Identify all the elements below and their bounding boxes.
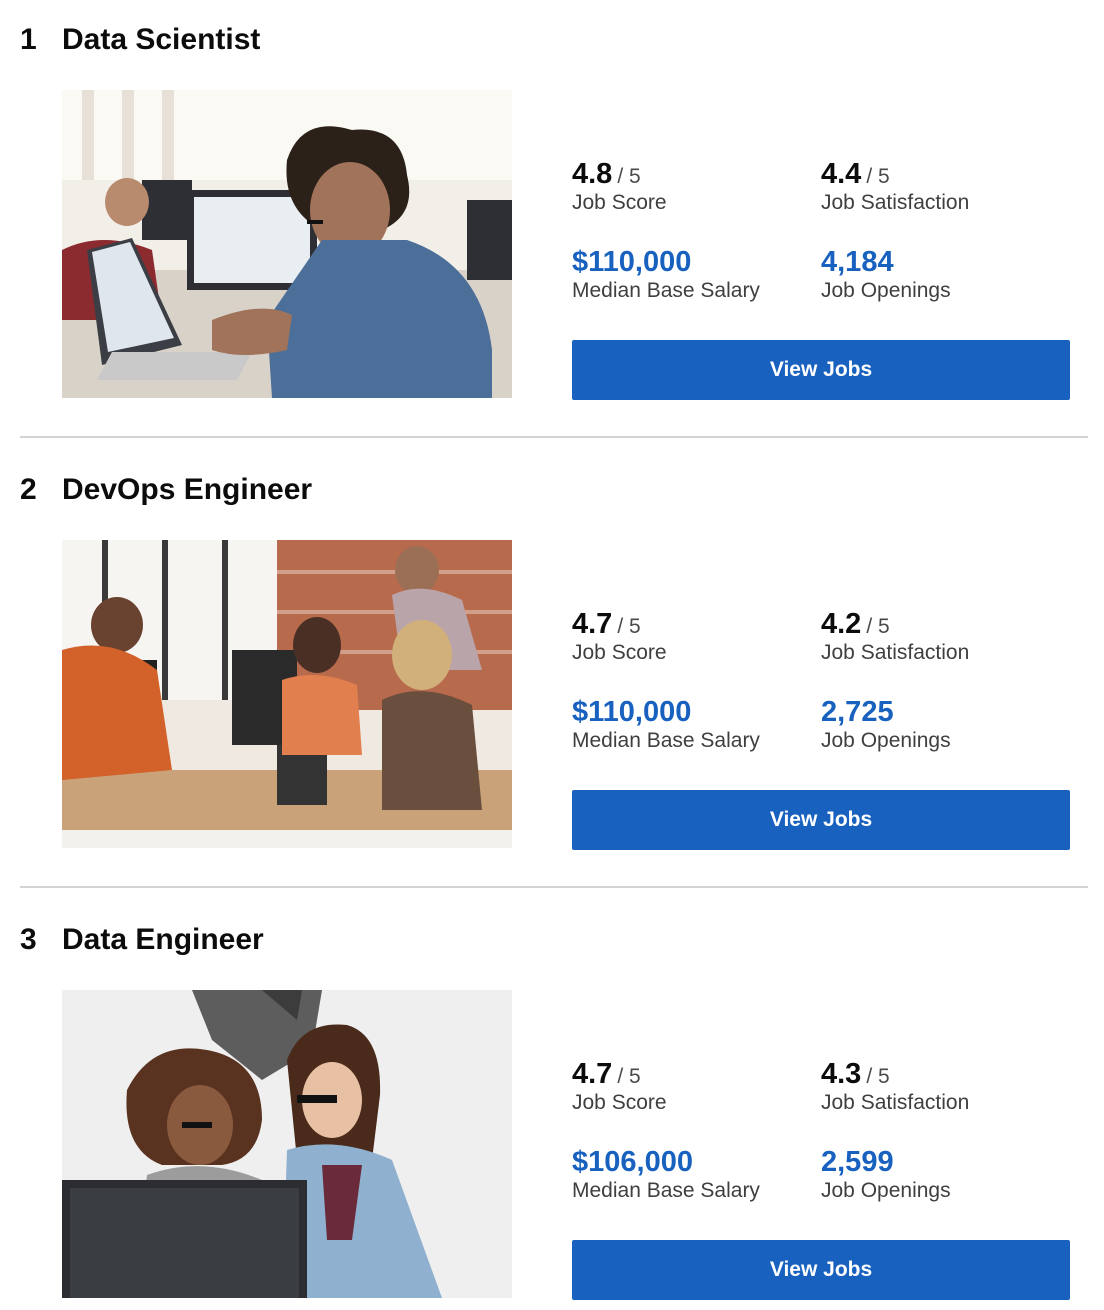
- median-salary-stat: $110,000 Median Base Salary: [572, 696, 812, 754]
- job-satisfaction-label: Job Satisfaction: [821, 641, 970, 664]
- job-card: 1 Data Scientist 4.8 / 5 Job Score 4.4 /…: [0, 0, 1104, 450]
- job-satisfaction-out-of: / 5: [866, 1065, 890, 1088]
- job-openings-value: 4,184: [821, 246, 894, 278]
- job-openings-label: Job Openings: [821, 279, 951, 302]
- job-openings-stat: 2,599 Job Openings: [821, 1146, 1061, 1204]
- job-openings-value: 2,725: [821, 696, 894, 728]
- job-rank: 3: [20, 923, 37, 956]
- job-score-stat: 4.7 / 5 Job Score: [572, 608, 812, 666]
- median-salary-value: $110,000: [572, 696, 692, 728]
- job-score-stat: 4.7 / 5 Job Score: [572, 1058, 812, 1116]
- view-jobs-button[interactable]: View Jobs: [572, 340, 1070, 400]
- job-score-stat: 4.8 / 5 Job Score: [572, 158, 812, 216]
- job-satisfaction-value: 4.2: [821, 608, 862, 640]
- median-salary-label: Median Base Salary: [572, 279, 760, 302]
- job-openings-label: Job Openings: [821, 729, 951, 752]
- median-salary-label: Median Base Salary: [572, 1179, 760, 1202]
- job-heading: 1 Data Scientist: [20, 20, 260, 60]
- job-score-value: 4.8: [572, 158, 613, 190]
- job-photo: [62, 990, 512, 1298]
- job-photo: [62, 90, 512, 398]
- median-salary-stat: $110,000 Median Base Salary: [572, 246, 812, 304]
- job-heading: 3 Data Engineer: [20, 920, 264, 960]
- job-satisfaction-label: Job Satisfaction: [821, 1091, 970, 1114]
- job-openings-stat: 4,184 Job Openings: [821, 246, 1061, 304]
- median-salary-stat: $106,000 Median Base Salary: [572, 1146, 812, 1204]
- job-score-out-of: / 5: [617, 615, 641, 638]
- job-satisfaction-stat: 4.2 / 5 Job Satisfaction: [821, 608, 1061, 666]
- job-heading: 2 DevOps Engineer: [20, 470, 312, 510]
- job-score-label: Job Score: [572, 641, 667, 664]
- median-salary-value: $106,000: [572, 1146, 693, 1178]
- job-score-value: 4.7: [572, 1058, 613, 1090]
- job-score-label: Job Score: [572, 1091, 667, 1114]
- median-salary-value: $110,000: [572, 246, 692, 278]
- job-title[interactable]: Data Engineer: [62, 923, 264, 957]
- job-photo: [62, 540, 512, 848]
- job-satisfaction-out-of: / 5: [866, 165, 890, 188]
- job-satisfaction-stat: 4.4 / 5 Job Satisfaction: [821, 158, 1061, 216]
- job-satisfaction-stat: 4.3 / 5 Job Satisfaction: [821, 1058, 1061, 1116]
- divider: [20, 436, 1088, 438]
- job-openings-label: Job Openings: [821, 1179, 951, 1202]
- job-score-out-of: / 5: [617, 165, 641, 188]
- job-satisfaction-value: 4.3: [821, 1058, 862, 1090]
- job-satisfaction-label: Job Satisfaction: [821, 191, 970, 214]
- job-card: 2 DevOps Engineer 4.7 / 5 Job Score 4.2 …: [0, 450, 1104, 900]
- median-salary-label: Median Base Salary: [572, 729, 760, 752]
- job-openings-stat: 2,725 Job Openings: [821, 696, 1061, 754]
- job-score-value: 4.7: [572, 608, 613, 640]
- job-title[interactable]: Data Scientist: [62, 23, 260, 57]
- job-satisfaction-value: 4.4: [821, 158, 862, 190]
- job-score-label: Job Score: [572, 191, 667, 214]
- job-openings-value: 2,599: [821, 1146, 894, 1178]
- job-rank: 2: [20, 473, 37, 506]
- job-satisfaction-out-of: / 5: [866, 615, 890, 638]
- job-title[interactable]: DevOps Engineer: [62, 473, 312, 507]
- job-card: 3 Data Engineer 4.7 / 5 Job Score 4.3 / …: [0, 900, 1104, 1310]
- job-score-out-of: / 5: [617, 1065, 641, 1088]
- view-jobs-button[interactable]: View Jobs: [572, 790, 1070, 850]
- job-rank: 1: [20, 23, 37, 56]
- view-jobs-button[interactable]: View Jobs: [572, 1240, 1070, 1300]
- divider: [20, 886, 1088, 888]
